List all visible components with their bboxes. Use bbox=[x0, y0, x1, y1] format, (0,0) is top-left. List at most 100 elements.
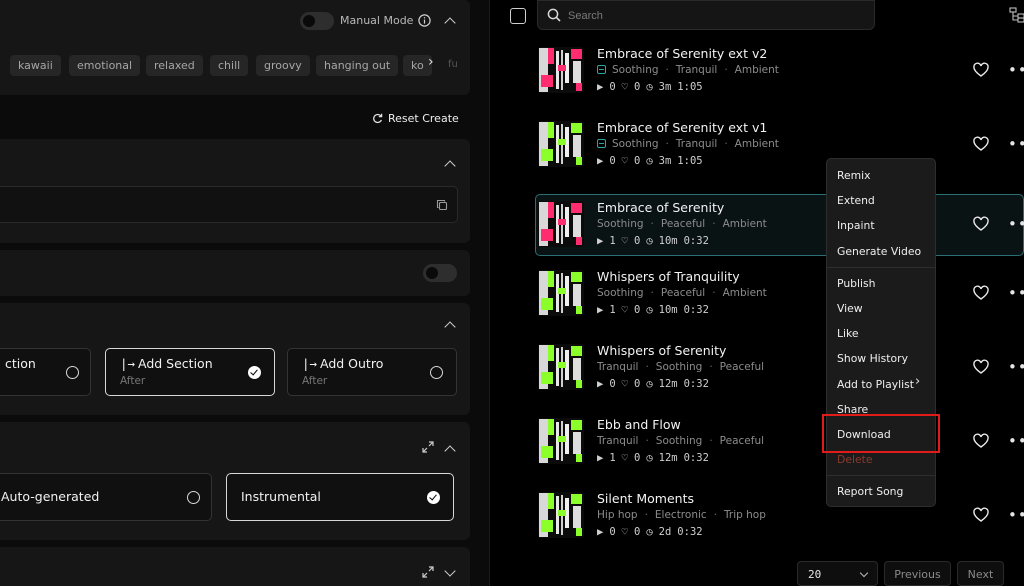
collapse-sections-chevron-up-icon[interactable] bbox=[444, 321, 456, 333]
song-tag[interactable]: Ambient bbox=[723, 287, 767, 299]
section-radio[interactable] bbox=[66, 366, 79, 379]
expand-panel-chevron-down-icon[interactable] bbox=[444, 565, 456, 577]
info-icon[interactable] bbox=[418, 14, 431, 27]
search-input[interactable] bbox=[568, 7, 858, 25]
like-heart-icon[interactable] bbox=[973, 216, 989, 232]
expand-icon[interactable] bbox=[422, 441, 434, 453]
song-row[interactable]: Silent Moments Hip hop · Electronic · Trip ho… bbox=[535, 485, 1024, 547]
add-outro-card[interactable]: |→ Add Outro After bbox=[287, 348, 457, 396]
previous-page-button[interactable]: Previous bbox=[884, 561, 951, 586]
song-tag[interactable]: Tranquil bbox=[676, 138, 717, 150]
auto-generated-card[interactable]: Auto-generated bbox=[0, 473, 212, 521]
menu-item-publish[interactable]: Publish bbox=[837, 277, 876, 290]
song-tag[interactable]: Peaceful bbox=[661, 218, 705, 230]
song-row[interactable]: Whispers of Tranquility Soothing · Peaceful… bbox=[535, 263, 1024, 325]
song-tag[interactable]: Tranquil bbox=[676, 64, 717, 76]
auto-generated-radio[interactable] bbox=[187, 491, 200, 504]
song-thumbnail[interactable] bbox=[538, 270, 584, 316]
song-row[interactable]: Embrace of Serenity ext v1 Soothing · Tranq… bbox=[535, 114, 1024, 176]
collapse-lyrics-chevron-up-icon[interactable] bbox=[444, 445, 456, 457]
style-tag[interactable]: emotional bbox=[69, 55, 141, 76]
menu-item-report-song[interactable]: Report Song bbox=[837, 485, 903, 498]
song-tag[interactable]: Electronic bbox=[655, 509, 707, 521]
like-heart-icon[interactable] bbox=[973, 433, 989, 449]
manual-mode-toggle[interactable] bbox=[300, 12, 334, 30]
menu-item-view[interactable]: View bbox=[837, 302, 863, 315]
option-toggle[interactable] bbox=[423, 264, 457, 282]
song-tag[interactable]: Hip hop bbox=[597, 509, 638, 521]
more-options-icon[interactable]: ••• bbox=[1008, 136, 1024, 152]
like-heart-icon[interactable] bbox=[973, 507, 989, 523]
song-row[interactable]: Whispers of Serenity Tranquil · Soothing · Pe… bbox=[535, 337, 1024, 399]
menu-item-delete[interactable]: Delete bbox=[837, 453, 872, 466]
instrumental-radio-checked[interactable] bbox=[427, 491, 440, 504]
style-tag[interactable]: hanging out bbox=[316, 55, 399, 76]
menu-item-remix[interactable]: Remix bbox=[837, 169, 871, 182]
more-options-icon[interactable]: ••• bbox=[1008, 359, 1024, 375]
song-tag[interactable]: Ambient bbox=[735, 138, 779, 150]
song-thumbnail[interactable] bbox=[538, 121, 584, 167]
song-tag[interactable]: Tranquil bbox=[597, 361, 638, 373]
more-options-icon[interactable]: ••• bbox=[1008, 216, 1024, 232]
copy-icon[interactable] bbox=[436, 199, 448, 211]
song-tag[interactable]: Soothing bbox=[597, 218, 644, 230]
like-heart-icon[interactable] bbox=[973, 359, 989, 375]
song-row[interactable]: Ebb and Flow Tranquil · Soothing · Peaceful ▶ 1… bbox=[535, 411, 1024, 473]
song-tag[interactable]: Trip hop bbox=[724, 509, 766, 521]
song-tag[interactable]: Peaceful bbox=[720, 435, 764, 447]
song-title[interactable]: Silent Moments bbox=[597, 491, 694, 506]
reset-icon[interactable] bbox=[372, 113, 383, 124]
title-input[interactable] bbox=[0, 186, 458, 223]
song-thumbnail[interactable] bbox=[538, 418, 584, 464]
song-title[interactable]: Embrace of Serenity bbox=[597, 200, 724, 215]
song-tag[interactable]: Peaceful bbox=[720, 361, 764, 373]
per-page-select[interactable]: 20 bbox=[797, 561, 878, 586]
song-thumbnail[interactable] bbox=[538, 47, 584, 93]
menu-item-add-to-playlist[interactable]: Add to Playlist bbox=[837, 378, 914, 391]
song-title[interactable]: Whispers of Serenity bbox=[597, 343, 726, 358]
more-options-icon[interactable]: ••• bbox=[1008, 507, 1024, 523]
add-outro-radio[interactable] bbox=[430, 366, 443, 379]
style-tag[interactable]: relaxed bbox=[146, 55, 203, 76]
like-heart-icon[interactable] bbox=[973, 62, 989, 78]
song-tag[interactable]: Peaceful bbox=[661, 287, 705, 299]
song-tag[interactable]: Ambient bbox=[735, 64, 779, 76]
song-tag[interactable]: Soothing bbox=[612, 64, 659, 76]
filter-tree-icon[interactable] bbox=[1009, 6, 1024, 24]
tags-scroll-right-chevron-icon[interactable]: › bbox=[428, 54, 434, 70]
section-card[interactable]: ction bbox=[0, 348, 91, 396]
song-thumbnail[interactable] bbox=[538, 201, 584, 247]
song-thumbnail[interactable] bbox=[538, 344, 584, 390]
song-title[interactable]: Ebb and Flow bbox=[597, 417, 681, 432]
like-heart-icon[interactable] bbox=[973, 136, 989, 152]
collapse-styles-chevron-up-icon[interactable] bbox=[444, 17, 456, 29]
next-page-button[interactable]: Next bbox=[957, 561, 1004, 586]
more-options-icon[interactable]: ••• bbox=[1008, 433, 1024, 449]
more-options-icon[interactable]: ••• bbox=[1008, 285, 1024, 301]
more-options-icon[interactable]: ••• bbox=[1008, 62, 1024, 78]
select-all-checkbox[interactable] bbox=[510, 8, 526, 24]
style-tag[interactable]: groovy bbox=[256, 55, 310, 76]
menu-item-extend[interactable]: Extend bbox=[837, 194, 875, 207]
menu-item-show-history[interactable]: Show History bbox=[837, 352, 908, 365]
song-thumbnail[interactable] bbox=[538, 492, 584, 538]
song-tag[interactable]: Soothing bbox=[656, 435, 703, 447]
song-tag[interactable]: Soothing bbox=[597, 287, 644, 299]
instrumental-card[interactable]: Instrumental bbox=[226, 473, 454, 521]
like-heart-icon[interactable] bbox=[973, 285, 989, 301]
expand-icon[interactable] bbox=[422, 566, 434, 578]
song-row[interactable]: Embrace of Serenity ext v2 Soothing · Tranq… bbox=[535, 40, 1024, 102]
song-title[interactable]: Whispers of Tranquility bbox=[597, 269, 740, 284]
song-title[interactable]: Embrace of Serenity ext v2 bbox=[597, 46, 767, 61]
menu-item-inpaint[interactable]: Inpaint bbox=[837, 219, 875, 232]
style-tag[interactable]: chill bbox=[210, 55, 249, 76]
add-section-card[interactable]: |→ Add Section After bbox=[105, 348, 275, 396]
menu-item-like[interactable]: Like bbox=[837, 327, 859, 340]
song-tag[interactable]: Soothing bbox=[656, 361, 703, 373]
song-row[interactable]: Embrace of Serenity Soothing · Peaceful · Amb… bbox=[535, 194, 1024, 256]
song-tag[interactable]: Ambient bbox=[723, 218, 767, 230]
style-tag[interactable]: kawaii bbox=[10, 55, 61, 76]
song-tag[interactable]: Tranquil bbox=[597, 435, 638, 447]
collapse-title-chevron-up-icon[interactable] bbox=[444, 160, 456, 172]
reset-create-button[interactable]: Reset Create bbox=[388, 112, 459, 125]
